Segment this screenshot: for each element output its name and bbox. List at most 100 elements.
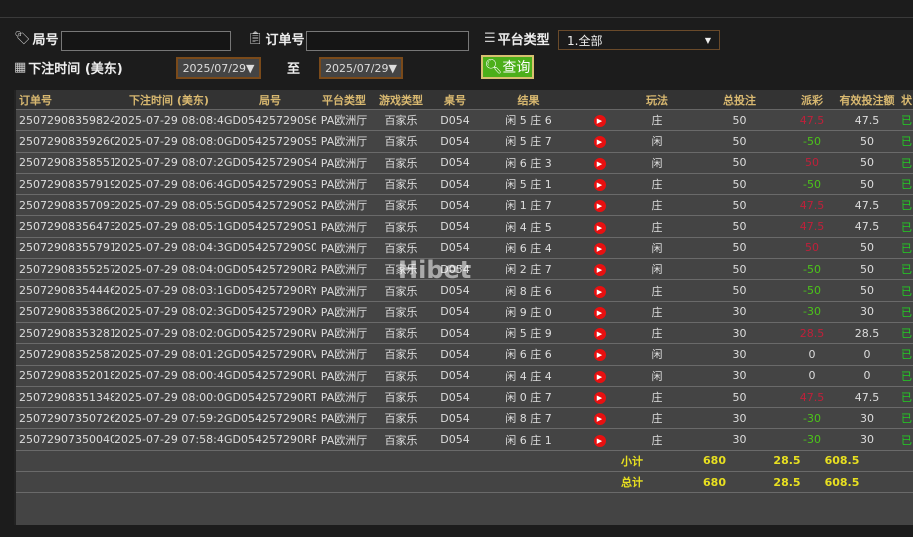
cell-status: 已 xyxy=(901,156,912,170)
play-icon[interactable]: ▶ xyxy=(593,136,606,149)
watermark-logo: Hibet xyxy=(398,256,472,284)
header-bet-time: 下注时间 (美东) xyxy=(129,93,209,107)
replay-cell: ▶ xyxy=(577,411,622,426)
replay-cell: ▶ xyxy=(577,262,622,277)
cell-platform: PA欧洲厅 xyxy=(320,412,368,426)
cell-game-type: 百家乐 xyxy=(384,284,418,298)
round-label-text: 局号 xyxy=(32,33,59,48)
cell-status: 已 xyxy=(901,263,912,277)
replay-cell: ▶ xyxy=(577,177,622,192)
cell-order-id: 250729083592600 xyxy=(19,134,114,148)
replay-cell: ▶ xyxy=(577,433,622,447)
play-icon[interactable]: ▶ xyxy=(593,413,606,426)
cell-platform: PA欧洲厅 xyxy=(320,263,368,277)
play-icon[interactable]: ▶ xyxy=(593,328,606,341)
cell-bet-type: 闲 xyxy=(651,348,663,362)
tag-icon: 🏷︎ xyxy=(14,31,31,46)
platform-select[interactable]: 1.全部 ▼ xyxy=(558,30,720,50)
play-icon[interactable]: ▶ xyxy=(593,200,606,213)
cell-platform: PA欧洲厅 xyxy=(320,241,368,255)
header-valid-bet: 有效投注额 xyxy=(839,93,895,107)
cell-table-id: D054 xyxy=(440,284,470,298)
cell-total-bet: 50 xyxy=(732,113,747,127)
date-to-picker[interactable]: 2025/07/29 ▼ xyxy=(319,57,403,79)
order-label-text: 订单号 xyxy=(265,33,305,48)
total-row: 总计 680 28.5 608.5 xyxy=(16,472,913,494)
table-row: 250729083598243 2025-07-29 08:08:45 GD0542… xyxy=(16,110,913,132)
replay-cell: ▶ xyxy=(577,369,622,383)
subtotal-label: 小计 xyxy=(621,454,643,468)
cell-round-id: GD054257290RY xyxy=(224,284,316,298)
play-icon[interactable]: ▶ xyxy=(593,306,606,319)
cell-bet-type: 庄 xyxy=(651,178,663,192)
cell-payout: 47.5 xyxy=(799,220,825,234)
dropdown-arrow-icon: ▼ xyxy=(245,61,255,75)
play-icon[interactable]: ▶ xyxy=(593,392,606,404)
cell-game-type: 百家乐 xyxy=(384,199,418,213)
play-icon[interactable]: ▶ xyxy=(593,349,606,362)
cell-round-id: GD054257290S5 xyxy=(224,134,316,148)
cell-bet-type: 闲 xyxy=(651,369,663,383)
cell-valid-bet: 30 xyxy=(860,411,874,425)
table-row: 250729083570932 2025-07-29 08:05:58 GD0542… xyxy=(16,195,913,217)
list-icon: ☰ xyxy=(484,31,496,46)
bet-records-table: 订单号 下注时间 (美东) 局号 平台类型 游戏类型 桌号 结果 玩法 总投注 派彩 有效投注额状 … xyxy=(14,90,913,525)
play-icon[interactable]: ▶ xyxy=(593,115,606,128)
cell-bet-type: 闲 xyxy=(651,135,663,149)
total-valid-bet: 608.5 xyxy=(824,475,860,489)
date-from-picker[interactable]: 2025/07/29 ▼ xyxy=(176,57,261,79)
round-input[interactable] xyxy=(61,31,231,51)
cell-round-id: GD054257290S3 xyxy=(224,177,316,191)
cell-table-id: D054 xyxy=(440,369,470,383)
cell-table-id: D054 xyxy=(440,156,470,170)
cell-order-id: 250729083564731 xyxy=(19,220,114,234)
query-button[interactable]: 🔍︎ 查询 xyxy=(481,55,534,79)
cell-status: 已 xyxy=(901,305,912,319)
cell-status: 已 xyxy=(901,135,912,149)
replay-cell: ▶ xyxy=(577,220,622,234)
cell-round-id: GD054257290RT xyxy=(224,390,316,404)
cell-bet-type: 庄 xyxy=(651,412,663,426)
play-icon[interactable]: ▶ xyxy=(593,434,606,447)
cell-platform: PA欧洲厅 xyxy=(320,305,368,319)
time-label: ▦ 下注时间 (美东) xyxy=(14,58,123,77)
calendar-icon: ▦ xyxy=(14,60,27,75)
play-icon[interactable]: ▶ xyxy=(593,370,606,383)
cell-order-id: 250729083570932 xyxy=(19,198,114,212)
cell-table-id: D054 xyxy=(440,326,470,340)
cell-result: 闲 4 庄 4 xyxy=(505,369,552,383)
cell-total-bet: 50 xyxy=(732,241,747,255)
order-input[interactable] xyxy=(306,31,469,51)
play-icon[interactable]: ▶ xyxy=(593,221,606,234)
cell-platform: PA欧洲厅 xyxy=(320,348,368,362)
total-label: 总计 xyxy=(621,476,643,490)
order-label: 📋︎ 订单号 xyxy=(247,29,305,48)
cell-round-id: GD054257290S0 xyxy=(224,241,316,255)
subtotal-total-bet: 680 xyxy=(703,454,726,468)
play-icon[interactable]: ▶ xyxy=(593,285,606,298)
cell-total-bet: 30 xyxy=(732,326,747,340)
total-payout: 28.5 xyxy=(773,475,801,489)
play-icon[interactable]: ▶ xyxy=(593,264,606,277)
play-icon[interactable]: ▶ xyxy=(593,157,606,170)
play-icon[interactable]: ▶ xyxy=(593,242,606,255)
replay-cell: ▶ xyxy=(577,134,622,149)
cell-total-bet: 50 xyxy=(732,198,747,212)
cell-payout: -30 xyxy=(803,305,821,319)
cell-order-id: 250729083544465 xyxy=(19,284,114,298)
chevron-down-icon: ▼ xyxy=(704,35,711,45)
cell-bet-time: 2025-07-29 08:04:02 xyxy=(114,262,224,276)
cell-round-id: GD054257290RU xyxy=(224,369,316,383)
cell-result: 闲 0 庄 7 xyxy=(505,391,552,404)
cell-round-id: GD054257290RZ xyxy=(224,262,316,276)
cell-result: 闲 5 庄 9 xyxy=(505,327,552,341)
round-label: 🏷︎ 局号 xyxy=(14,29,59,48)
date-from-value: 2025/07/29 xyxy=(182,61,246,75)
cell-payout: 0 xyxy=(808,347,816,361)
cell-round-id: GD054257290S1 xyxy=(224,220,316,234)
cell-payout: -50 xyxy=(803,262,821,276)
table-row: 250729083520186 2025-07-29 08:00:45 GD0542… xyxy=(16,366,913,387)
play-icon[interactable]: ▶ xyxy=(593,179,606,192)
cell-platform: PA欧洲厅 xyxy=(320,135,368,149)
cell-total-bet: 30 xyxy=(732,433,747,447)
